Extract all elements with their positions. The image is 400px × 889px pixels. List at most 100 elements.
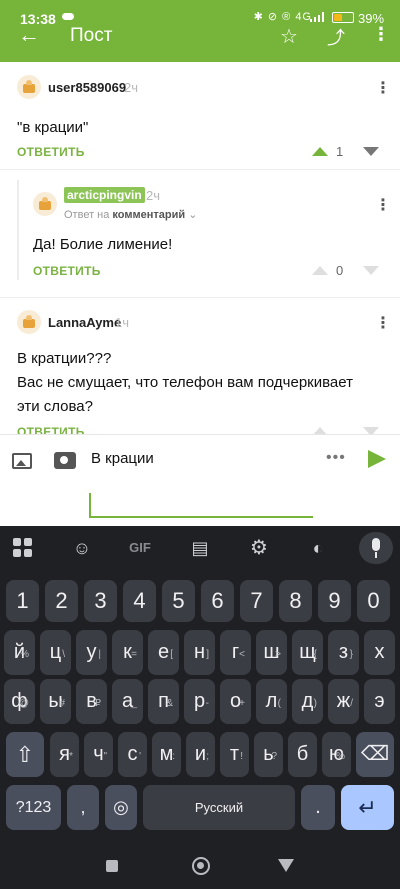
reply-button[interactable]: ОТВЕТИТЬ bbox=[17, 145, 85, 159]
image-icon[interactable] bbox=[12, 453, 32, 469]
key-letter[interactable]: е[ bbox=[148, 630, 179, 675]
backspace-key[interactable]: ⌫ bbox=[356, 732, 394, 777]
gif-button[interactable]: GIF bbox=[124, 536, 156, 560]
key-hint: ) bbox=[313, 698, 317, 709]
key-letter[interactable]: п & bbox=[148, 679, 179, 724]
key-letter[interactable]: к = bbox=[112, 630, 143, 675]
key-letter[interactable]: з} bbox=[328, 630, 359, 675]
key-digit[interactable]: 6 bbox=[201, 580, 234, 622]
author-badge[interactable]: arcticpingvin bbox=[64, 187, 145, 203]
downvote-icon[interactable] bbox=[363, 147, 379, 156]
send-icon[interactable] bbox=[368, 450, 386, 468]
keyboard-toolbar: ☺ GIF ▤ ⚙ ◐ bbox=[0, 526, 400, 570]
comment-input[interactable]: В крации bbox=[91, 450, 154, 467]
star-icon[interactable]: ☆ bbox=[280, 24, 298, 49]
palette-icon[interactable]: ◐ bbox=[306, 536, 330, 560]
key-letter[interactable]: й% bbox=[4, 630, 35, 675]
more-horiz-icon[interactable]: ••• bbox=[326, 449, 346, 467]
divider bbox=[0, 169, 400, 170]
key-digit[interactable]: 3 bbox=[84, 580, 117, 622]
key-letter[interactable]: д) bbox=[292, 679, 323, 724]
reply-to[interactable]: Ответ на комментарий ⌄ bbox=[64, 208, 197, 221]
recents-icon[interactable] bbox=[106, 860, 118, 872]
key-letter[interactable]: х bbox=[364, 630, 395, 675]
comment-username[interactable]: user8589069 bbox=[48, 80, 126, 95]
clipboard-icon[interactable]: ▤ bbox=[188, 536, 212, 560]
reply-button[interactable]: ОТВЕТИТЬ bbox=[17, 425, 85, 434]
key-hint: ! bbox=[240, 751, 243, 762]
key-letter[interactable]: ш > bbox=[256, 630, 287, 675]
key-digit[interactable]: 5 bbox=[162, 580, 195, 622]
comment-more-icon[interactable]: ⋮ bbox=[375, 313, 391, 333]
key-letter[interactable]: ч " bbox=[84, 732, 113, 777]
key-letter[interactable]: ь? bbox=[254, 732, 283, 777]
key-digit[interactable]: 9 bbox=[318, 580, 351, 622]
key-letter[interactable]: я * bbox=[50, 732, 79, 777]
key-label: ь bbox=[263, 743, 274, 765]
key-letter[interactable]: т! bbox=[220, 732, 249, 777]
key-letter[interactable]: э bbox=[364, 679, 395, 724]
globe-key[interactable]: ◎ bbox=[105, 785, 137, 830]
key-letter[interactable]: а _ bbox=[112, 679, 143, 724]
key-digit[interactable]: 0 bbox=[357, 580, 390, 622]
share-icon[interactable]: ⤴ bbox=[327, 24, 345, 50]
microphone-icon[interactable] bbox=[359, 532, 393, 564]
upvote-icon[interactable] bbox=[312, 147, 328, 156]
key-letter[interactable]: ю% bbox=[322, 732, 351, 777]
key-letter[interactable]: с ' bbox=[118, 732, 147, 777]
key-digit[interactable]: 8 bbox=[279, 580, 312, 622]
key-label: п bbox=[158, 690, 169, 712]
key-digit[interactable]: 2 bbox=[45, 580, 78, 622]
enter-icon: ↵ bbox=[358, 795, 377, 820]
key-label: ш bbox=[263, 641, 280, 663]
avatar[interactable] bbox=[17, 75, 41, 99]
downvote-icon[interactable] bbox=[363, 266, 379, 275]
key-digit[interactable]: 4 bbox=[123, 580, 156, 622]
comment-score: 1 bbox=[336, 144, 344, 159]
gear-icon[interactable]: ⚙ bbox=[247, 536, 271, 560]
key-letter[interactable]: ы # bbox=[40, 679, 71, 724]
key-letter[interactable]: р- bbox=[184, 679, 215, 724]
downvote-icon[interactable] bbox=[363, 427, 379, 434]
key-letter[interactable]: ц \ bbox=[40, 630, 71, 675]
key-letter[interactable]: ж / bbox=[328, 679, 359, 724]
comment-username[interactable]: LannaAyme bbox=[48, 315, 121, 330]
key-letter[interactable]: н] bbox=[184, 630, 215, 675]
key-hint: } bbox=[349, 649, 353, 660]
comments-list[interactable]: user8589069 2ч ⋮ "в крации" ОТВЕТИТЬ 1 a… bbox=[0, 62, 400, 434]
apps-grid-icon[interactable] bbox=[11, 536, 35, 560]
key-letter[interactable]: м: bbox=[152, 732, 181, 777]
shift-key[interactable]: ⇧ bbox=[6, 732, 44, 777]
period-key[interactable]: . bbox=[301, 785, 335, 830]
key-letter[interactable]: ф @ bbox=[4, 679, 35, 724]
space-key[interactable]: Русский bbox=[143, 785, 295, 830]
sticker-icon[interactable]: ☺ bbox=[70, 536, 94, 560]
key-hint: % bbox=[20, 649, 29, 660]
enter-key[interactable]: ↵ bbox=[341, 785, 394, 830]
camera-icon[interactable] bbox=[54, 452, 76, 469]
more-vert-icon[interactable]: ⋮ bbox=[372, 24, 390, 45]
avatar[interactable] bbox=[33, 192, 57, 216]
key-letter[interactable]: о + bbox=[220, 679, 251, 724]
back-icon[interactable] bbox=[278, 859, 294, 872]
key-digit[interactable]: 7 bbox=[240, 580, 273, 622]
key-letter[interactable]: и; bbox=[186, 732, 215, 777]
key-digit[interactable]: 1 bbox=[6, 580, 39, 622]
key-letter[interactable]: б bbox=[288, 732, 317, 777]
key-letter[interactable]: л( bbox=[256, 679, 287, 724]
comment-more-icon[interactable]: ⋮ bbox=[375, 78, 391, 98]
comma-key[interactable]: , bbox=[67, 785, 99, 830]
comment-more-icon[interactable]: ⋮ bbox=[375, 195, 391, 215]
key-letter[interactable]: щ{ bbox=[292, 630, 323, 675]
key-hint: _ bbox=[131, 698, 137, 709]
symbols-key[interactable]: ?123 bbox=[6, 785, 61, 830]
key-letter[interactable]: у | bbox=[76, 630, 107, 675]
key-letter[interactable]: в ₽ bbox=[76, 679, 107, 724]
upvote-icon[interactable] bbox=[312, 427, 328, 434]
home-icon[interactable] bbox=[192, 857, 210, 875]
upvote-icon[interactable] bbox=[312, 266, 328, 275]
back-arrow-icon[interactable]: ← bbox=[18, 24, 40, 46]
avatar[interactable] bbox=[17, 310, 41, 334]
reply-button[interactable]: ОТВЕТИТЬ bbox=[33, 264, 101, 278]
key-letter[interactable]: г < bbox=[220, 630, 251, 675]
